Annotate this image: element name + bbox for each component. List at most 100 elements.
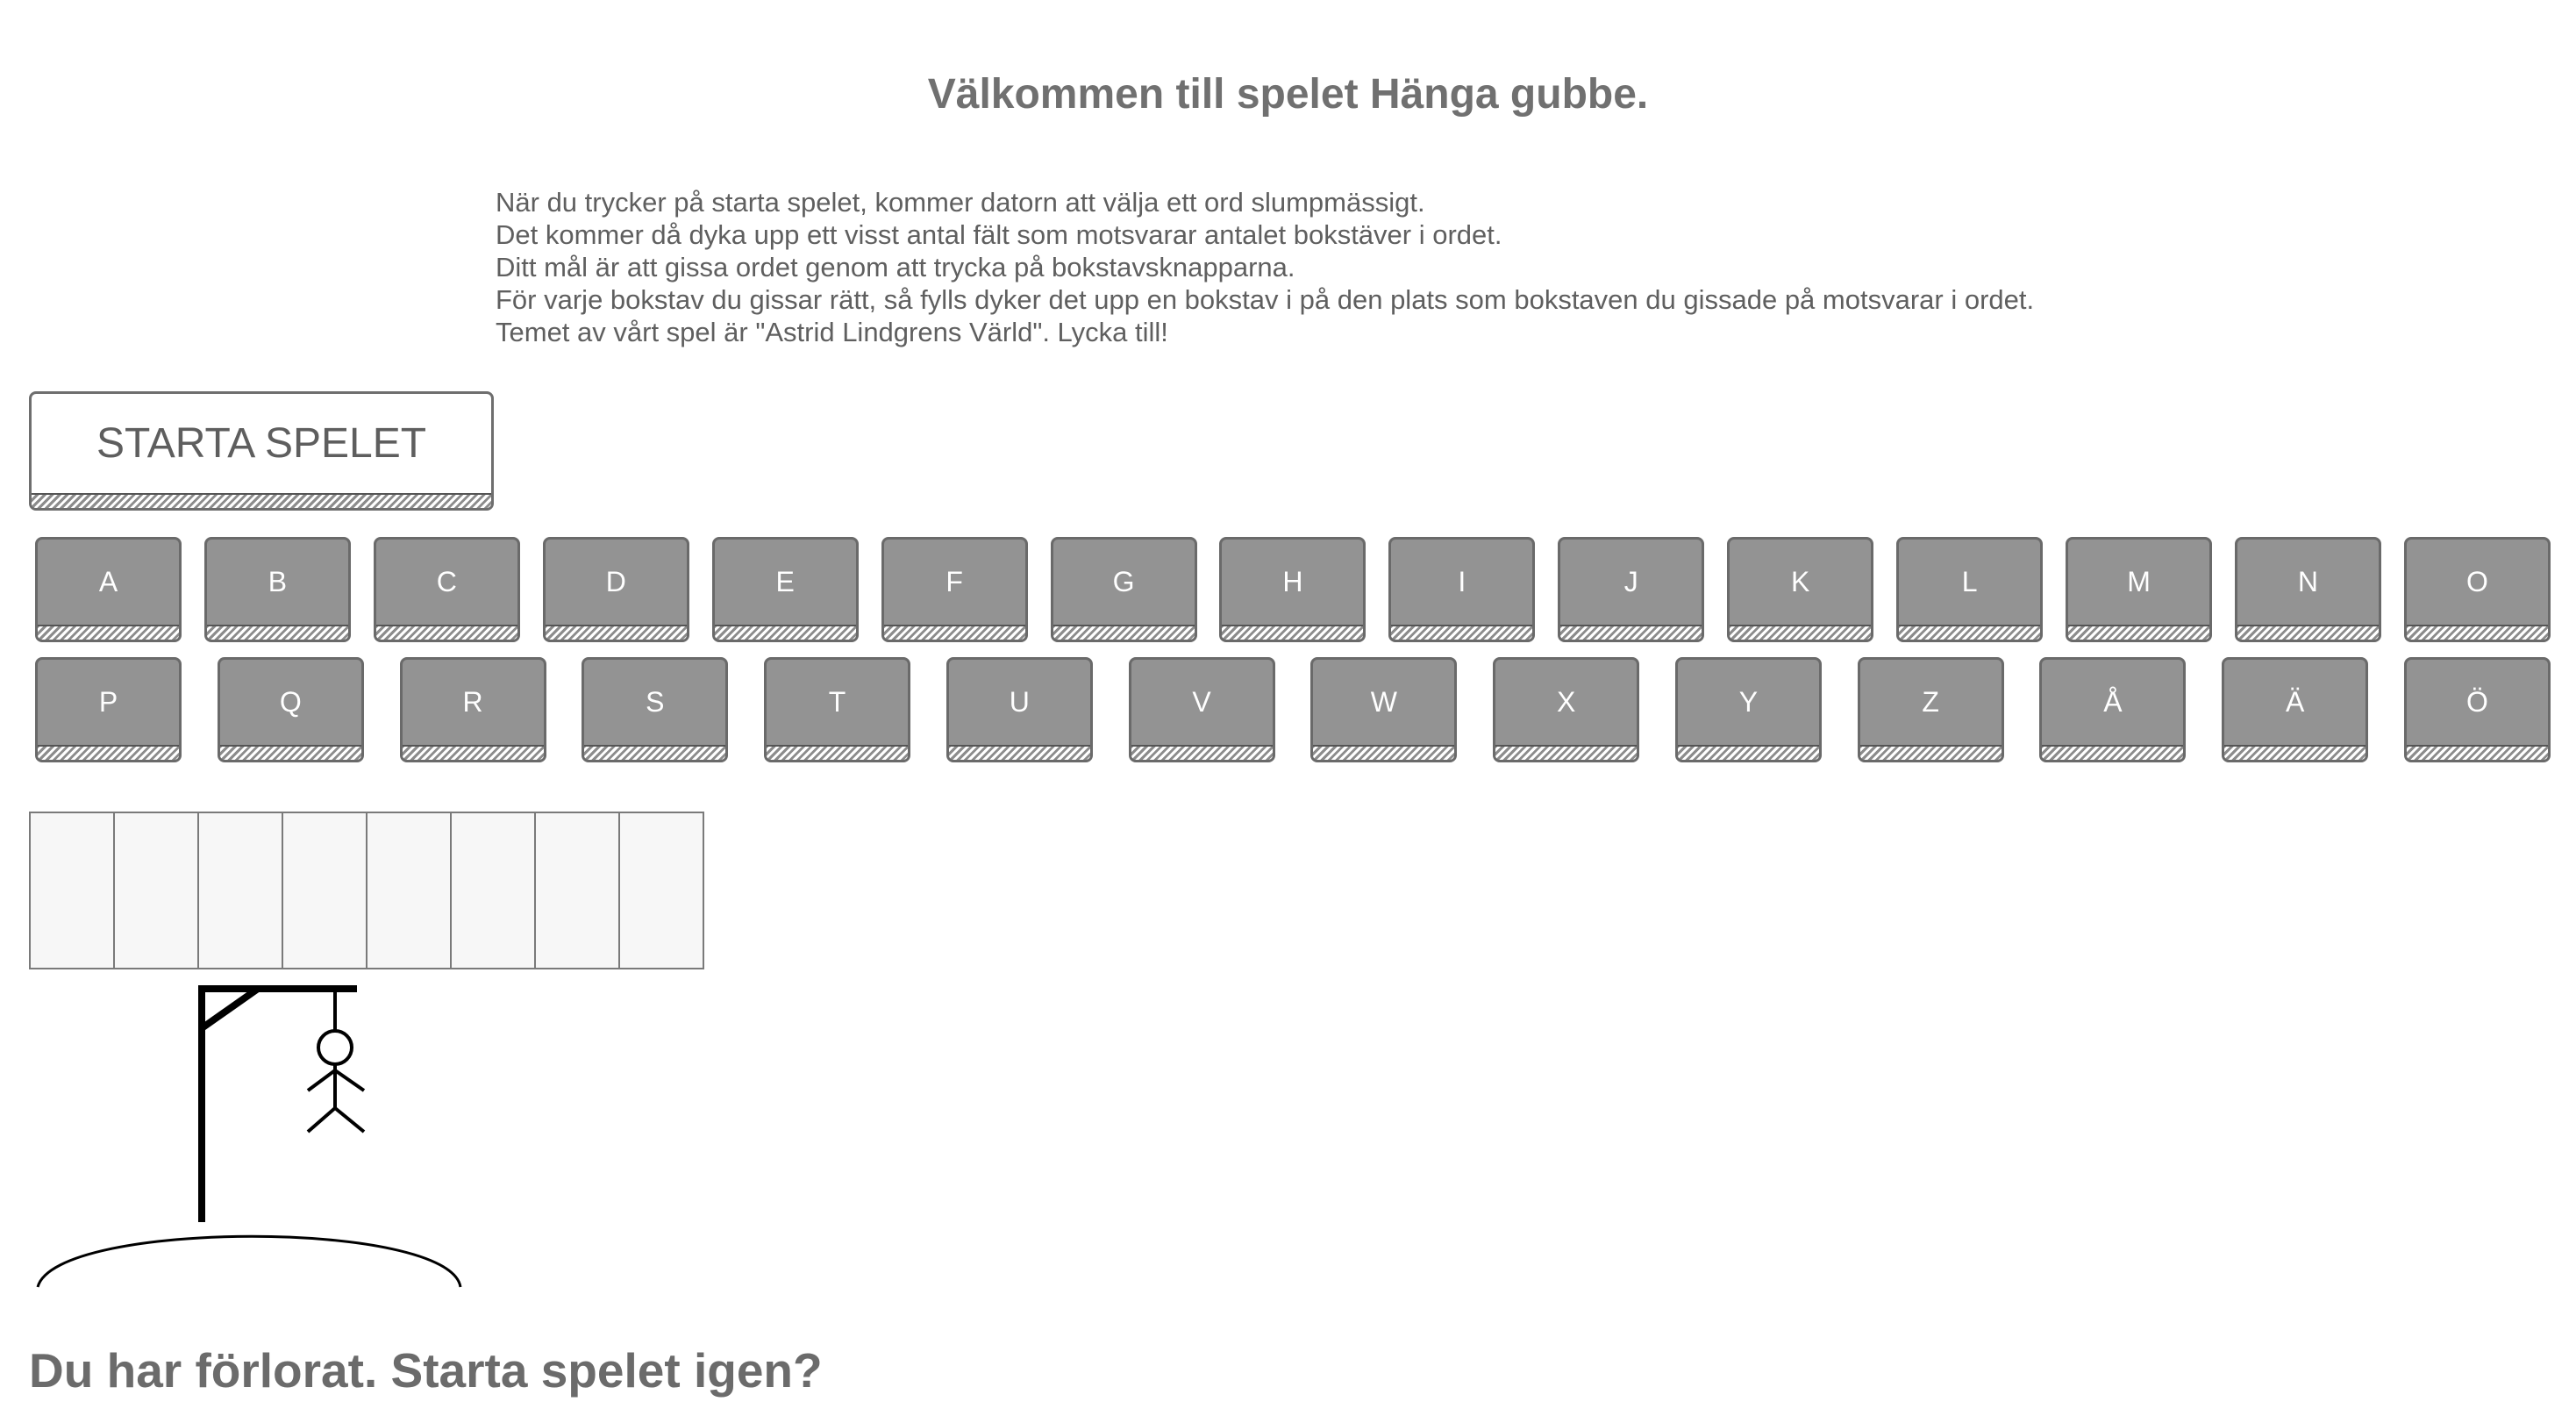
key-hatch-decoration (714, 625, 856, 640)
letter-key-label: Q (279, 685, 302, 718)
letter-key-label: S (646, 685, 665, 718)
key-hatch-decoration (1899, 625, 2041, 640)
letter-key[interactable]: E (711, 537, 859, 642)
instruction-line: Ditt mål är att gissa ordet genom att tr… (496, 252, 1295, 283)
word-slot (115, 813, 199, 968)
hangman-drawing (36, 985, 462, 1288)
letter-key[interactable]: U (945, 657, 1093, 762)
button-hatch-decoration (32, 493, 491, 508)
letter-key-label: K (1791, 565, 1810, 597)
key-hatch-decoration (1391, 625, 1533, 640)
instruction-line: När du trycker på starta spelet, kommer … (496, 187, 1425, 218)
key-hatch-decoration (1677, 745, 1819, 760)
key-hatch-decoration (1053, 625, 1195, 640)
key-hatch-decoration (402, 745, 544, 760)
letter-key[interactable]: H (1219, 537, 1366, 642)
key-hatch-decoration (545, 625, 687, 640)
word-slot (536, 813, 620, 968)
letter-key[interactable]: F (881, 537, 1028, 642)
letter-key[interactable]: X (1493, 657, 1640, 762)
hill (36, 1234, 462, 1288)
letter-key-label: Ö (2466, 685, 2488, 718)
key-hatch-decoration (1131, 745, 1273, 760)
key-hatch-decoration (948, 745, 1090, 760)
key-hatch-decoration (38, 625, 179, 640)
letter-key-label: Ä (2286, 685, 2305, 718)
result-message: Du har förlorat. Starta spelet igen? (29, 1343, 823, 1398)
letter-key[interactable]: T (764, 657, 911, 762)
key-hatch-decoration (219, 745, 361, 760)
letter-key[interactable]: P (35, 657, 182, 762)
letter-key[interactable]: W (1310, 657, 1458, 762)
letter-key-label: L (1961, 565, 1978, 597)
letter-key[interactable]: L (1896, 537, 2044, 642)
letter-key-label: U (1009, 685, 1030, 718)
letter-key-label: Y (1738, 685, 1759, 718)
key-hatch-decoration (2042, 745, 2184, 760)
word-slot (452, 813, 536, 968)
key-hatch-decoration (1859, 745, 2002, 760)
letter-key-label: F (945, 565, 963, 597)
letter-key-label: E (775, 565, 795, 597)
letter-key[interactable]: D (542, 537, 689, 642)
letter-key-label: D (605, 565, 626, 597)
instruction-line: Det kommer då dyka upp ett visst antal f… (496, 219, 1502, 250)
key-hatch-decoration (375, 625, 517, 640)
key-hatch-decoration (1730, 625, 1872, 640)
letter-key[interactable]: K (1727, 537, 1874, 642)
letter-key[interactable]: Å (2039, 657, 2187, 762)
letter-key-label: W (1370, 685, 1397, 718)
letter-key-label: X (1556, 685, 1576, 718)
page-title: Välkommen till spelet Hänga gubbe. (927, 71, 1649, 118)
letter-key-label: M (2127, 565, 2151, 597)
letter-key[interactable]: Ä (2222, 657, 2369, 762)
letter-key[interactable]: V (1128, 657, 1275, 762)
key-hatch-decoration (2224, 745, 2366, 760)
letter-key[interactable]: M (2066, 537, 2213, 642)
figure-left-arm (306, 1069, 337, 1092)
letter-key[interactable]: A (35, 537, 182, 642)
letter-key-label: A (98, 565, 118, 597)
word-slot (367, 813, 452, 968)
figure-head (317, 1029, 353, 1066)
letter-key-label: Å (2103, 685, 2123, 718)
letter-key-label: I (1458, 565, 1466, 597)
figure-right-leg (333, 1106, 366, 1134)
letter-key[interactable]: Y (1674, 657, 1822, 762)
start-game-label: STARTA SPELET (96, 419, 427, 467)
letter-key[interactable]: C (373, 537, 520, 642)
letter-key[interactable]: S (582, 657, 729, 762)
figure-left-leg (306, 1106, 337, 1134)
key-hatch-decoration (1560, 625, 1702, 640)
letter-key-label: O (2465, 565, 2488, 597)
letter-key[interactable]: B (203, 537, 351, 642)
figure-right-arm (333, 1069, 366, 1092)
word-slot (199, 813, 283, 968)
letter-key[interactable]: O (2403, 537, 2551, 642)
letter-key[interactable]: Ö (2403, 657, 2551, 762)
instruction-line: För varje bokstav du gissar rätt, så fyl… (496, 284, 2035, 315)
letter-key[interactable]: Q (217, 657, 364, 762)
key-hatch-decoration (584, 745, 726, 760)
key-hatch-decoration (1313, 745, 1455, 760)
letter-key[interactable]: N (2234, 537, 2381, 642)
letter-key[interactable]: G (1050, 537, 1197, 642)
letter-key[interactable]: J (1558, 537, 1705, 642)
letter-key[interactable]: R (399, 657, 546, 762)
letter-key-label: N (2297, 565, 2319, 597)
key-hatch-decoration (767, 745, 909, 760)
letter-key[interactable]: I (1388, 537, 1536, 642)
letter-key-label: R (462, 685, 483, 718)
key-hatch-decoration (38, 745, 179, 760)
key-hatch-decoration (206, 625, 348, 640)
letter-keyboard-row-1: A B C D E F G H I J K L M N O (35, 537, 2551, 642)
letter-key[interactable]: Z (1857, 657, 2004, 762)
start-game-button[interactable]: STARTA SPELET (29, 391, 494, 511)
key-hatch-decoration (2237, 625, 2379, 640)
key-hatch-decoration (883, 625, 1025, 640)
letter-key-label: J (1623, 565, 1638, 597)
letter-key-label: H (1282, 565, 1303, 597)
letter-key-label: V (1192, 685, 1211, 718)
word-slot (620, 813, 703, 968)
key-hatch-decoration (2406, 745, 2548, 760)
